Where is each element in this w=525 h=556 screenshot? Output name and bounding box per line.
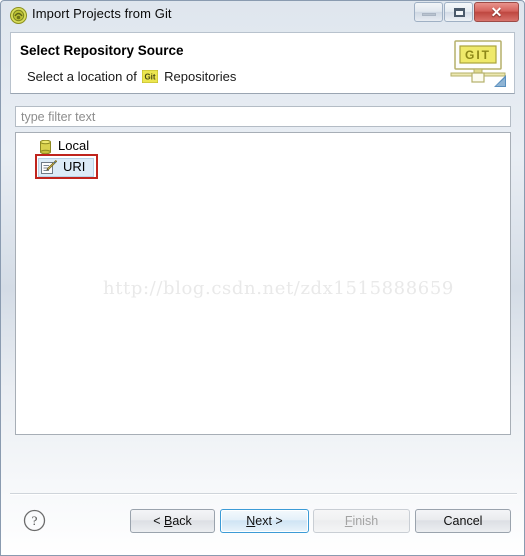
svg-text:GIT: GIT — [465, 48, 491, 62]
tree-item-label: Local — [58, 138, 90, 153]
back-button-suffix: ack — [172, 514, 192, 528]
back-button[interactable]: < Back — [130, 509, 215, 533]
footer-separator-highlight — [10, 494, 517, 495]
next-button-suffix: ext > — [255, 514, 283, 528]
git-monitor-banner-icon: GIT — [449, 40, 507, 88]
repository-source-tree[interactable]: Local URI http://blog.csdn.net/zdx151588… — [15, 132, 511, 435]
maximize-button[interactable] — [444, 2, 473, 22]
eclipse-git-icon — [10, 7, 27, 24]
dialog-window: Import Projects from Git ✕ Select Reposi… — [0, 0, 525, 556]
tree-item-label: URI — [63, 159, 86, 174]
database-cylinder-icon — [40, 139, 51, 155]
help-icon[interactable]: ? — [23, 509, 46, 532]
edit-pencil-icon — [41, 159, 58, 175]
cancel-button[interactable]: Cancel — [415, 509, 511, 533]
finish-button-suffix: inish — [352, 514, 379, 528]
next-button-mnemonic: N — [246, 514, 256, 528]
next-button[interactable]: Next > — [220, 509, 309, 533]
close-icon: ✕ — [490, 4, 503, 20]
title-bar[interactable]: Import Projects from Git ✕ — [1, 1, 524, 29]
minimize-button[interactable] — [414, 2, 443, 22]
filter-input[interactable]: type filter text — [15, 106, 511, 127]
minimize-icon — [422, 13, 436, 16]
maximize-icon — [454, 8, 465, 17]
back-button-prefix: < — [153, 514, 164, 528]
git-badge-icon: Git — [141, 69, 159, 84]
svg-text:Git: Git — [145, 73, 156, 82]
subtitle-text-after: Repositories — [164, 69, 237, 84]
subtitle-text-before: Select a location of — [27, 69, 137, 84]
cancel-button-label: Cancel — [443, 514, 483, 528]
watermark-text: http://blog.csdn.net/zdx1515888659 — [103, 278, 454, 299]
filter-placeholder: type filter text — [21, 110, 96, 124]
page-title: Select Repository Source — [20, 43, 184, 58]
wizard-banner: Select Repository Source Select a locati… — [10, 32, 515, 94]
close-button[interactable]: ✕ — [474, 2, 519, 22]
finish-button: Finish — [313, 509, 410, 533]
svg-text:?: ? — [32, 513, 38, 528]
page-subtitle: Select a location of Git Repositories — [27, 68, 236, 84]
window-title: Import Projects from Git — [32, 6, 172, 21]
